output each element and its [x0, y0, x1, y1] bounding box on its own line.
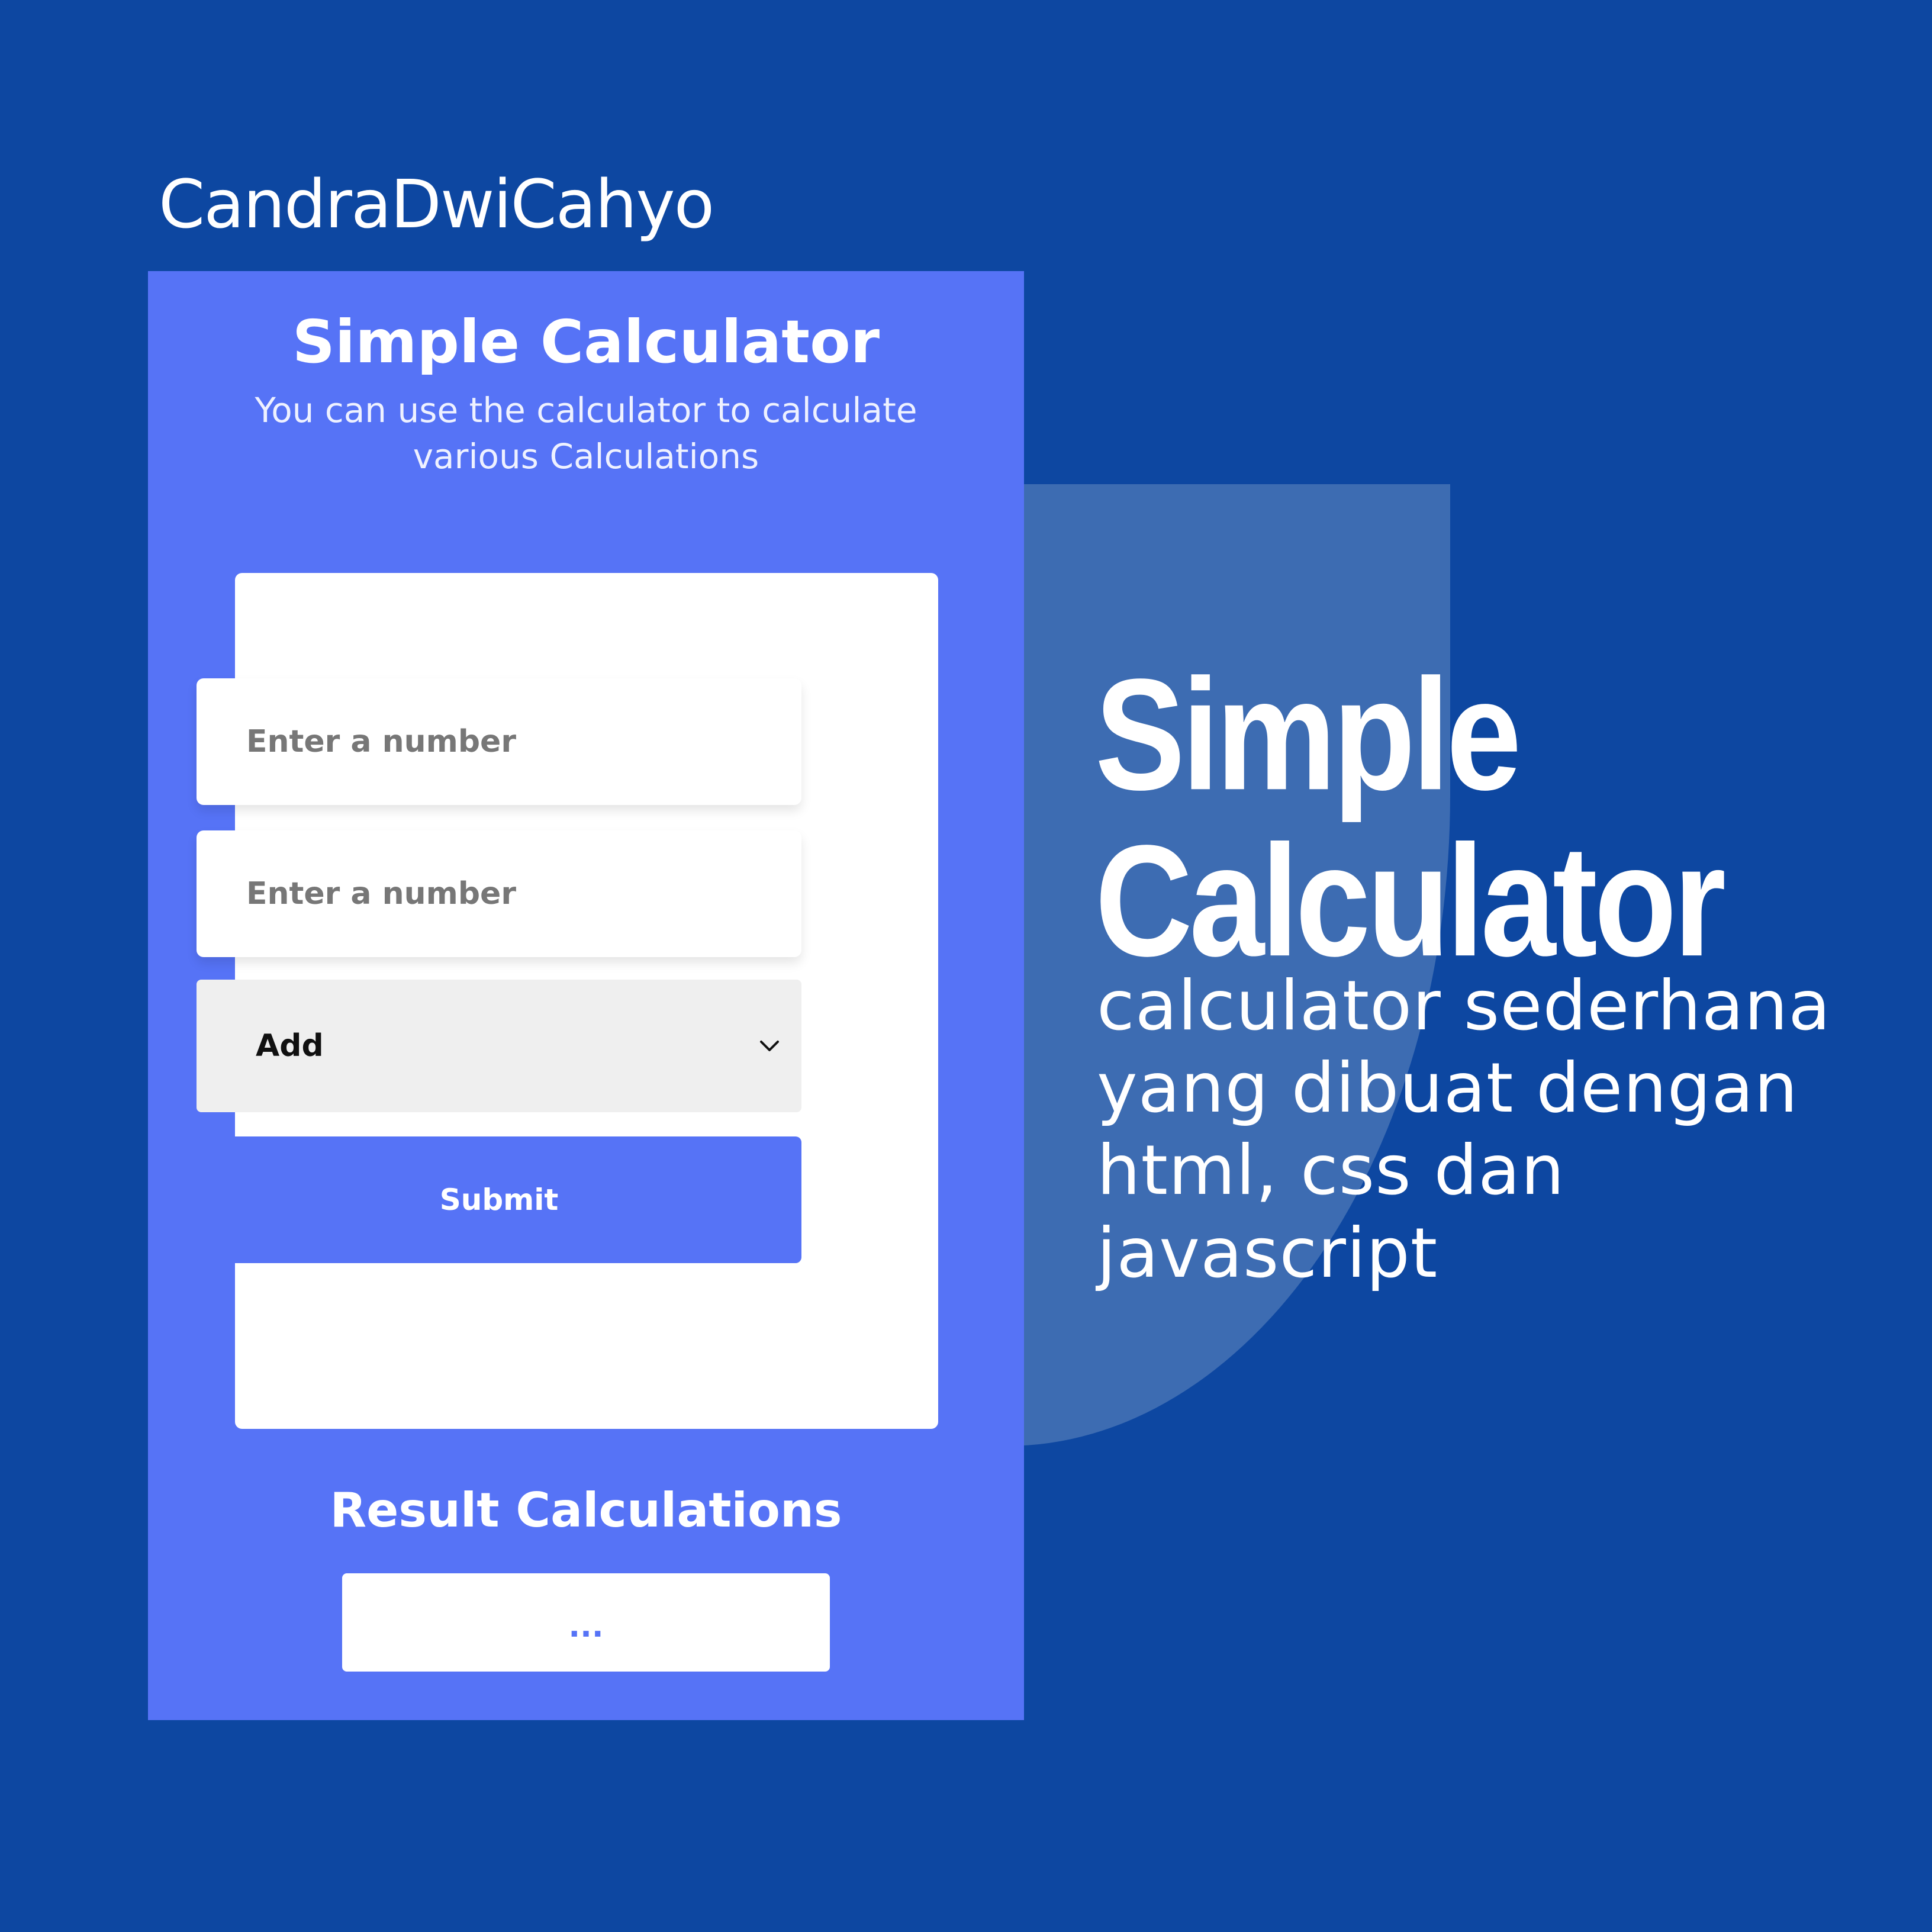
result-value: ... [568, 1609, 604, 1644]
chevron-down-icon [760, 1041, 779, 1051]
operation-select-value: Add [256, 1028, 324, 1064]
submit-button[interactable]: Submit [197, 1136, 801, 1263]
promo-title: Simple Calculator [1095, 645, 1726, 990]
page-title: Simple Calculator [292, 307, 880, 376]
brand-logo-text: CandraDwiCahyo [159, 166, 714, 243]
promo-description: calculator sederhana yang dibuat dengan … [1097, 966, 1831, 1293]
result-box: ... [342, 1573, 830, 1672]
number-field-1-container [197, 678, 801, 805]
page-subtitle: You can use the calculator to calculate … [255, 390, 917, 477]
number-input-1[interactable] [197, 678, 801, 805]
number-input-2[interactable] [197, 830, 801, 957]
operation-select[interactable]: Add [197, 980, 801, 1112]
calculator-app-screenshot: Simple Calculator You can use the calcul… [148, 271, 1024, 1720]
result-title: Result Calculations [330, 1483, 842, 1538]
number-field-2-container [197, 830, 801, 957]
